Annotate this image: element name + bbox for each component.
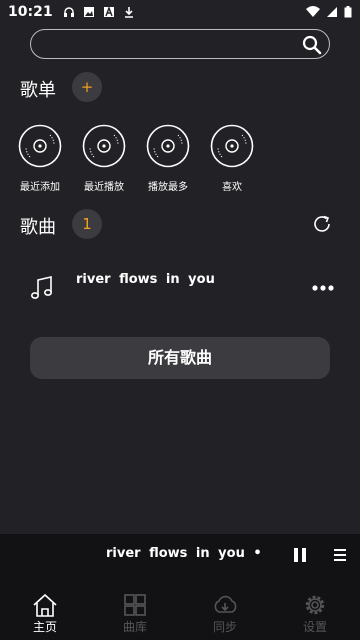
mini-player[interactable]: river flows in you • [0,534,360,582]
songs-title: 歌曲 [20,217,56,238]
signal-icon [327,7,337,17]
image-icon [83,7,94,17]
playlist-recently-added[interactable]: 最近添加 [18,124,62,193]
status-bar: 10:21 [0,0,360,24]
now-playing-title: river flows in you • [106,546,262,561]
playlist-queue-icon[interactable] [332,547,348,563]
bottom-nav: 主页 曲库 同步 设置 [0,582,360,640]
add-playlist-button[interactable]: + [72,72,102,102]
battery-icon [344,6,352,18]
a-icon [103,6,114,17]
nav-label: 曲库 [122,620,147,634]
playlist-favorites[interactable]: 喜欢 [210,124,254,193]
more-options-icon[interactable] [312,284,334,292]
disc-icon [18,124,62,168]
disc-icon [210,124,254,168]
download-icon [124,7,133,18]
wifi-icon [306,6,320,17]
nav-label: 设置 [302,620,327,634]
nav-home[interactable]: 主页 [0,582,90,640]
library-icon [124,594,146,616]
disc-icon [82,124,126,168]
disc-icon [146,124,190,168]
nav-sync[interactable]: 同步 [180,582,270,640]
refresh-icon[interactable] [311,213,333,235]
settings-icon [305,595,325,615]
nav-label: 主页 [32,620,57,634]
home-icon [33,593,57,617]
playlist-label: 最近添加 [20,182,60,193]
playlist-most-played[interactable]: 播放最多 [146,124,190,193]
playlist-recently-played[interactable]: 最近播放 [82,124,126,193]
song-title: river flows in you [76,272,215,287]
status-time: 10:21 [8,4,53,20]
music-note-icon [30,275,52,299]
nav-settings[interactable]: 设置 [270,582,360,640]
all-songs-button[interactable]: 所有歌曲 [30,337,330,379]
song-count-badge: 1 [72,209,102,239]
search-bar[interactable] [30,29,330,59]
nav-library[interactable]: 曲库 [90,582,180,640]
song-row[interactable]: river flows in you [0,262,360,312]
pause-icon[interactable] [292,546,308,564]
playlists-title: 歌单 [20,80,56,101]
search-input[interactable] [45,34,295,54]
playlist-label: 最近播放 [84,182,124,193]
sync-icon [214,595,237,613]
playlist-label: 喜欢 [222,182,242,193]
nav-label: 同步 [212,620,237,634]
headphones-icon [63,7,74,17]
search-icon[interactable] [301,34,323,56]
playlist-label: 播放最多 [148,182,188,193]
